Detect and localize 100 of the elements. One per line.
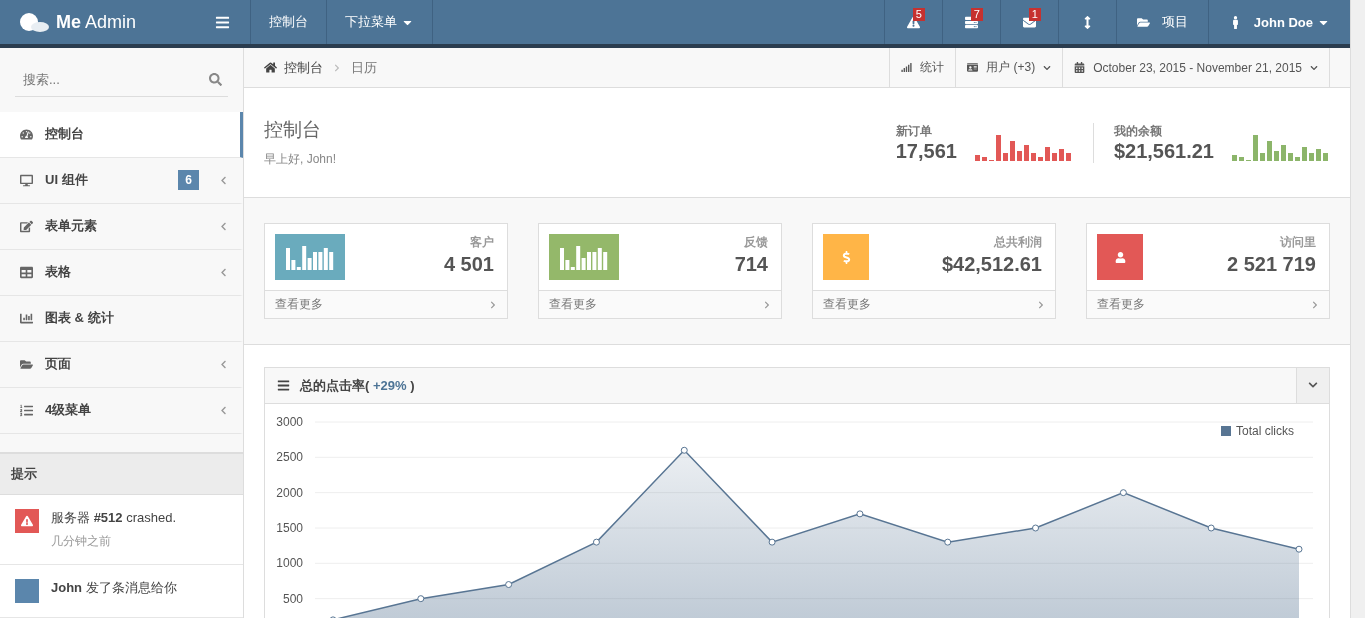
sidebar-label: 4级菜单 <box>45 401 92 420</box>
data-point <box>505 581 513 589</box>
data-point <box>1207 524 1215 532</box>
card-icon <box>967 62 979 73</box>
panel-title: 总的点击率( +29% ) <box>265 376 415 395</box>
nav-link[interactable]: 控制台 <box>250 0 326 44</box>
count-badge: 6 <box>178 170 199 191</box>
sidebar-item[interactable]: UI 组件 6 <box>0 157 243 204</box>
card-value: 4 501 <box>443 253 494 276</box>
nav-link[interactable]: 项目 <box>1115 0 1208 44</box>
card-label: 总共利润 <box>992 234 1042 251</box>
data-point <box>768 538 776 546</box>
logo-icon <box>20 12 50 32</box>
search-field[interactable]: 搜索... <box>21 71 209 89</box>
sidebar-item[interactable]: 表格 <box>0 249 243 296</box>
axis-tick-label: 3000 <box>276 415 303 429</box>
chevron-icon <box>763 300 771 309</box>
sidebar-item[interactable]: 控制台 <box>0 111 243 158</box>
bar-chart-icon <box>20 311 33 325</box>
warning-icon <box>15 508 39 533</box>
toolbar-button[interactable]: October 23, 2015 - November 21, 2015 <box>1062 48 1330 87</box>
tip-time: 几分钟之前 <box>51 532 112 550</box>
data-point <box>592 538 600 546</box>
toolbar-button[interactable]: 5 <box>883 0 942 44</box>
bars-drawing <box>560 244 608 270</box>
gauge-icon <box>20 127 33 141</box>
sidebar-item[interactable]: 图表 & 统计 <box>0 295 243 342</box>
scrollbar[interactable] <box>1350 0 1365 618</box>
stat-label: 新订单 <box>895 122 933 140</box>
stat-value: 17,561 <box>895 139 957 163</box>
toolbar-button[interactable]: 统计 <box>889 48 956 87</box>
toolbar-button[interactable]: 用户 (+3) <box>955 48 1063 87</box>
sidebar-label: 表单元素 <box>45 217 97 236</box>
more-link[interactable]: 查看更多 <box>539 290 781 318</box>
menu-icon <box>277 379 290 392</box>
data-point <box>856 510 864 518</box>
card-label: 客户 <box>469 234 494 251</box>
avatar <box>15 578 39 603</box>
sidebar-label: 控制台 <box>45 125 84 144</box>
table-icon <box>20 265 33 279</box>
chevron-icon <box>489 300 497 309</box>
sidebar-label: 图表 & 统计 <box>45 309 114 328</box>
more-link[interactable]: 查看更多 <box>265 290 507 318</box>
tip-text: John 发了条消息给你 <box>51 578 177 597</box>
legend-swatch <box>1221 426 1231 436</box>
card-value: 2 521 719 <box>1227 253 1316 276</box>
nav-link[interactable]: 下拉菜单 <box>326 0 432 44</box>
folder-icon <box>20 357 33 371</box>
folder-icon <box>1136 15 1150 29</box>
menu-icon[interactable] <box>215 14 230 30</box>
separator-icon <box>333 63 341 72</box>
brand-name: Me Admin <box>56 11 137 33</box>
more-link[interactable]: 查看更多 <box>1087 290 1329 318</box>
legend-label: Total clicks <box>1236 424 1294 438</box>
sidebar-item[interactable]: 表单元素 <box>0 203 243 250</box>
breadcrumb-link[interactable]: 控制台 <box>264 58 323 77</box>
page-subtitle: 早上好, John! <box>264 151 338 168</box>
data-point <box>1032 524 1040 532</box>
data-point <box>944 538 952 546</box>
chevron-icon <box>1037 300 1045 309</box>
card-value: $42,512.61 <box>941 253 1042 276</box>
signal-icon <box>901 62 913 73</box>
sidebar-label: 表格 <box>45 263 71 282</box>
card-value: 714 <box>734 253 768 276</box>
stat-value: $21,561.21 <box>1113 139 1214 163</box>
tip-text: 服务器 #512 crashed. <box>51 508 177 527</box>
count-badge: 1 <box>1028 8 1041 21</box>
toolbar-button[interactable]: 1 <box>999 0 1058 44</box>
monitor-icon <box>20 173 33 187</box>
axis-tick-label: 2500 <box>276 450 303 465</box>
sidebar-item[interactable]: 页面 <box>0 341 243 388</box>
axis-tick-label: 2000 <box>276 485 303 500</box>
toolbar-button[interactable]: 7 <box>941 0 1000 44</box>
data-point <box>680 446 688 454</box>
axis-tick-label: 1500 <box>276 521 303 535</box>
count-badge: 5 <box>912 8 925 21</box>
page-title: 控制台 <box>264 118 322 142</box>
chevron-icon <box>1311 300 1319 309</box>
data-point <box>1119 489 1127 497</box>
count-badge: 7 <box>970 8 983 21</box>
breadcrumb-link[interactable]: 日历 <box>351 58 377 77</box>
section-title: 提示 <box>0 451 243 495</box>
list-icon <box>20 403 33 417</box>
bars-drawing <box>286 244 334 270</box>
stat-label: 我的余额 <box>1113 122 1163 140</box>
search-icon <box>209 73 222 87</box>
chevron-icon <box>1308 379 1318 390</box>
edit-icon <box>20 219 33 233</box>
card-label: 访问里 <box>1279 234 1316 251</box>
sidebar-label: UI 组件 <box>45 171 88 190</box>
calendar-icon <box>1074 62 1086 73</box>
sidebar-item[interactable]: 4级菜单 <box>0 387 243 434</box>
data-point <box>417 595 425 603</box>
axis-tick-label: 1000 <box>276 556 303 571</box>
more-link[interactable]: 查看更多 <box>813 290 1055 318</box>
sidebar-label: 页面 <box>45 355 71 374</box>
data-point <box>1295 545 1303 553</box>
card-label: 反馈 <box>743 234 768 251</box>
axis-tick-label: 500 <box>282 591 303 606</box>
collapse-button[interactable] <box>1296 368 1329 403</box>
